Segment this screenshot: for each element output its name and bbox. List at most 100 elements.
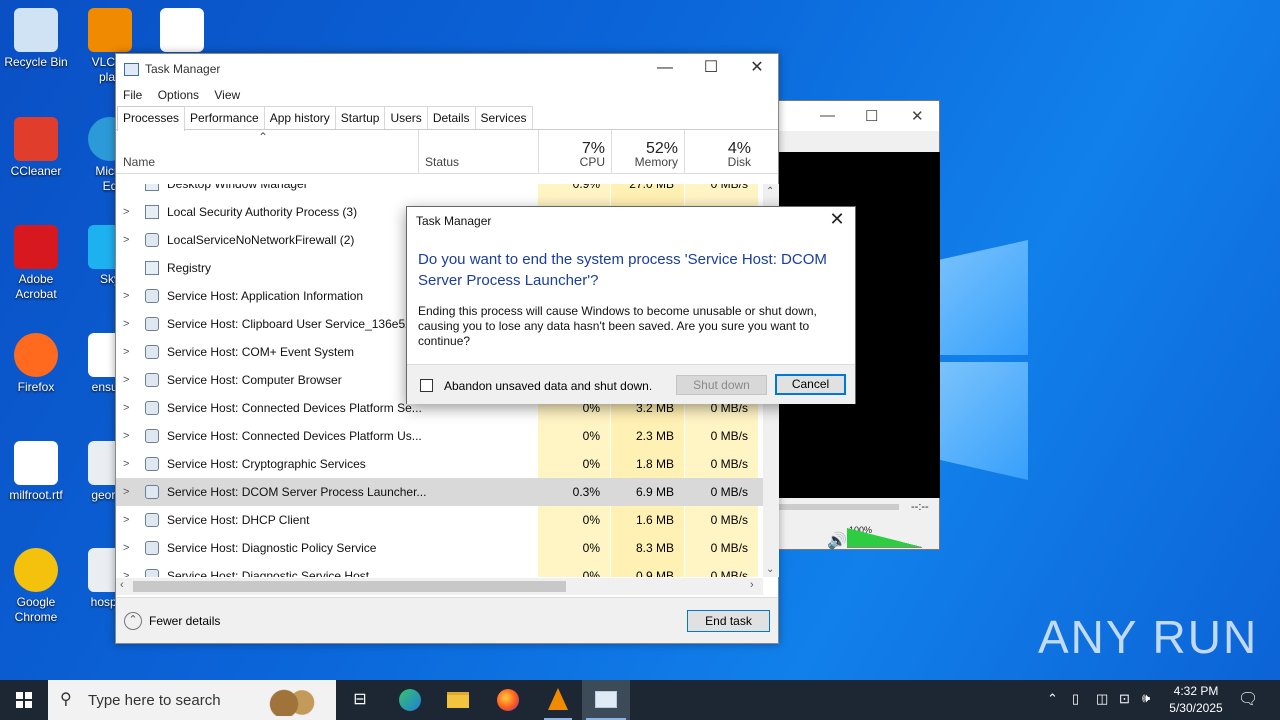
notepad-tray-icon[interactable]: ▯	[1072, 691, 1079, 707]
expand-chevron-icon[interactable]: >	[123, 478, 129, 506]
meet-now-icon[interactable]: ◫	[1096, 691, 1108, 707]
sort-up-icon: ⌃	[258, 130, 269, 144]
dialog-footer: Abandon unsaved data and shut down. Shut…	[407, 364, 855, 404]
search-placeholder: Type here to search	[88, 692, 221, 709]
maximize-icon[interactable]: ☐	[865, 107, 878, 125]
volume-slider[interactable]	[847, 528, 922, 548]
process-disk: 0 MB/s	[685, 506, 758, 534]
scroll-right-icon[interactable]: ›	[750, 579, 754, 591]
search-highlight-image	[266, 686, 326, 716]
desktop-icon[interactable]: CCleaner	[0, 117, 72, 179]
tab-performance[interactable]: Performance	[184, 106, 265, 129]
expand-chevron-icon[interactable]: >	[123, 198, 129, 226]
chevron-up-icon[interactable]: ⌃	[1047, 691, 1058, 707]
process-disk: 0 MB/s	[685, 422, 758, 450]
file-explorer-icon[interactable]	[434, 680, 482, 720]
col-cpu[interactable]: CPU	[538, 155, 605, 169]
process-name: Service Host: Application Information	[167, 289, 364, 303]
gear-icon	[145, 289, 159, 303]
expand-chevron-icon[interactable]: >	[123, 562, 129, 577]
desktop-icon[interactable]: milfroot.rtf	[0, 441, 72, 503]
close-button[interactable]: ✕	[734, 54, 780, 84]
desktop-icon[interactable]: Firefox	[0, 333, 72, 395]
fewer-details-link[interactable]: Fewer details	[149, 614, 220, 628]
col-memory[interactable]: Memory	[611, 155, 678, 169]
cancel-button[interactable]: Cancel	[775, 374, 846, 395]
scroll-left-icon[interactable]: ‹	[120, 579, 124, 591]
menu-view[interactable]: View	[214, 84, 240, 106]
clock-date[interactable]: 5/30/2025	[1166, 701, 1226, 715]
word-doc-icon	[14, 441, 58, 485]
table-row[interactable]: > Service Host: DHCP Client 0% 1.6 MB 0 MB…	[116, 506, 763, 534]
gear-icon	[145, 541, 159, 555]
task-view-icon[interactable]: ⊟	[336, 680, 384, 720]
expand-chevron-icon[interactable]: >	[123, 282, 129, 310]
table-row[interactable]: Desktop Window Manager 0.9% 27.0 MB 0 MB/…	[116, 184, 763, 198]
process-cpu: 0%	[538, 534, 610, 562]
tab-startup[interactable]: Startup	[334, 106, 386, 129]
desktop-icon[interactable]: Recycle Bin	[0, 8, 72, 70]
expand-chevron-icon[interactable]: >	[123, 534, 129, 562]
expand-chevron-icon[interactable]: >	[123, 366, 129, 394]
scroll-down-icon[interactable]: ⌄	[766, 564, 774, 575]
horizontal-scrollbar[interactable]: ‹ ›	[116, 578, 763, 595]
desktop-icon[interactable]: Adobe Acrobat	[0, 225, 72, 302]
expand-chevron-icon[interactable]: >	[123, 450, 129, 478]
gear-icon	[145, 457, 159, 471]
col-disk[interactable]: Disk	[684, 155, 751, 169]
gear-icon	[145, 513, 159, 527]
firefox-taskbar-icon[interactable]	[484, 680, 532, 720]
abandon-checkbox-label[interactable]: Abandon unsaved data and shut down.	[444, 379, 652, 393]
edge-taskbar-icon[interactable]	[386, 680, 434, 720]
shut-down-button[interactable]: Shut down	[676, 375, 767, 395]
process-name: Service Host: DHCP Client	[167, 513, 310, 527]
table-row[interactable]: > Service Host: Cryptographic Services 0% …	[116, 450, 763, 478]
taskbar: ⚲ Type here to search ⊟ ⌃ ▯ ◫ ⊡ 🕪 4:32 P…	[0, 680, 1280, 720]
volume-icon[interactable]: 🕪	[1142, 690, 1150, 706]
expand-chevron-icon[interactable]: >	[123, 310, 129, 338]
close-icon[interactable]: ✕	[911, 107, 924, 125]
vlc-taskbar-icon[interactable]	[534, 680, 582, 720]
chevron-up-icon[interactable]: ⌃	[124, 612, 142, 630]
dialog-close-icon[interactable]: ✕	[825, 209, 849, 230]
desktop-icon[interactable]	[146, 8, 218, 55]
end-task-button[interactable]: End task	[687, 610, 770, 632]
vlc-seek-bar[interactable]	[779, 504, 899, 510]
clock-time[interactable]: 4:32 PM	[1166, 684, 1226, 698]
tab-users[interactable]: Users	[384, 106, 428, 129]
table-row[interactable]: > Service Host: Diagnostic Service Host 0%…	[116, 562, 763, 577]
tab-details[interactable]: Details	[426, 106, 476, 129]
menu-options[interactable]: Options	[158, 84, 199, 106]
minimize-button[interactable]: —	[642, 54, 688, 84]
col-name[interactable]: Name	[123, 155, 155, 169]
tab-app-history[interactable]: App history	[263, 106, 336, 129]
process-memory: 6.9 MB	[611, 478, 684, 506]
col-status[interactable]: Status	[425, 155, 459, 169]
network-icon[interactable]: ⊡	[1119, 691, 1130, 707]
taskbar-search-box[interactable]: ⚲ Type here to search	[48, 680, 336, 720]
start-button[interactable]	[0, 680, 48, 720]
table-row[interactable]: > Service Host: Diagnostic Policy Service…	[116, 534, 763, 562]
menu-file[interactable]: File	[123, 84, 142, 106]
desktop-icon[interactable]: Google Chrome	[0, 548, 72, 625]
scroll-thumb[interactable]	[133, 581, 566, 592]
expand-chevron-icon[interactable]: >	[123, 338, 129, 366]
expand-chevron-icon[interactable]: >	[123, 506, 129, 534]
expand-chevron-icon[interactable]: >	[123, 394, 129, 422]
tab-services[interactable]: Services	[474, 106, 533, 129]
tab-processes[interactable]: Processes	[117, 106, 186, 131]
maximize-button[interactable]: ☐	[688, 54, 734, 84]
acrobat-icon	[14, 225, 58, 269]
expand-chevron-icon[interactable]: >	[123, 422, 129, 450]
notification-icon[interactable]: 🗨	[1238, 689, 1258, 709]
scroll-up-icon[interactable]: ⌃	[766, 186, 774, 197]
expand-chevron-icon[interactable]: >	[123, 226, 129, 254]
speaker-icon[interactable]: 🔊	[827, 531, 847, 551]
process-memory: 1.8 MB	[611, 450, 684, 478]
table-row[interactable]: > Service Host: DCOM Server Process Launc…	[116, 478, 763, 506]
ccleaner-icon	[14, 117, 58, 161]
abandon-checkbox[interactable]	[420, 379, 433, 392]
task-manager-taskbar-icon[interactable]	[582, 680, 630, 720]
table-row[interactable]: > Service Host: Connected Devices Platfor…	[116, 422, 763, 450]
minimize-icon[interactable]: —	[820, 107, 835, 124]
